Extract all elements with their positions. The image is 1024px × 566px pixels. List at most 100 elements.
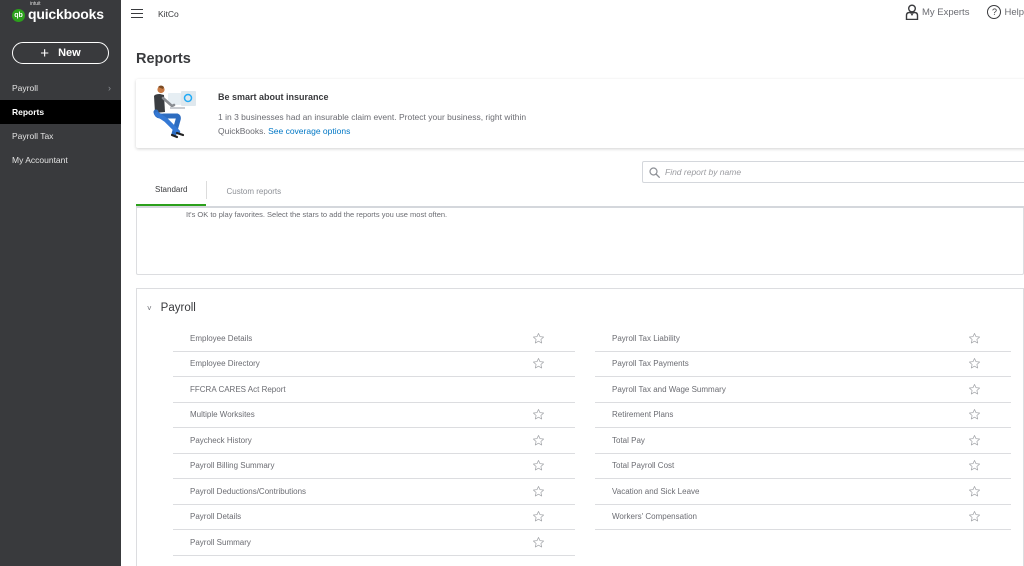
report-row[interactable]: Employee Directory <box>173 352 575 377</box>
sidebar-item-payroll[interactable]: Payroll › <box>0 76 121 100</box>
sidebar-item-reports[interactable]: Reports <box>0 100 121 124</box>
report-row[interactable]: Workers' Compensation <box>595 505 1011 530</box>
report-row[interactable]: Payroll Tax Liability <box>595 326 1011 352</box>
sidebar-item-label: Reports <box>12 107 45 117</box>
report-link[interactable]: Employee Details <box>190 334 252 343</box>
star-outline-icon[interactable] <box>968 408 981 421</box>
sidebar-item-label: Payroll Tax <box>12 131 54 141</box>
star-outline-icon[interactable] <box>532 332 545 345</box>
report-link[interactable]: Payroll Summary <box>190 538 251 547</box>
help-button[interactable]: ? Help <box>987 5 1024 19</box>
plus-icon: + <box>40 44 50 62</box>
new-button[interactable]: + New <box>12 42 109 64</box>
report-list-right: Payroll Tax Liability Payroll Tax Payment… <box>595 326 1011 530</box>
reports-page: Reports Be smart about insurance 1 in 3 … <box>121 27 1024 566</box>
payroll-report-section: ˅ Payroll Employee Details Employee Direc… <box>136 288 1024 566</box>
brand-name: quickbooks <box>28 6 104 22</box>
sidebar-item-my-accountant[interactable]: My Accountant <box>0 148 121 172</box>
star-outline-icon[interactable] <box>532 357 545 370</box>
report-link[interactable]: Payroll Deductions/Contributions <box>190 487 306 496</box>
my-experts-button[interactable]: My Experts <box>905 4 970 20</box>
sidebar-item-label: Payroll <box>12 83 38 93</box>
report-link[interactable]: Payroll Tax Liability <box>612 334 680 343</box>
star-outline-icon[interactable] <box>532 510 545 523</box>
help-label: Help <box>1004 6 1024 18</box>
report-row[interactable]: Vacation and Sick Leave <box>595 479 1011 505</box>
report-row[interactable]: Total Payroll Cost <box>595 454 1011 479</box>
search-icon <box>649 166 660 178</box>
tab-standard[interactable]: Standard <box>136 175 207 207</box>
report-row[interactable]: Retirement Plans <box>595 403 1011 428</box>
person-icon <box>905 4 919 20</box>
star-outline-icon[interactable] <box>968 383 981 396</box>
my-experts-label: My Experts <box>921 6 970 18</box>
report-row[interactable]: Payroll Details <box>173 505 575 530</box>
star-outline-icon[interactable] <box>532 434 545 447</box>
report-link[interactable]: Multiple Worksites <box>190 410 255 419</box>
report-link[interactable]: Payroll Billing Summary <box>190 461 274 470</box>
hamburger-menu-icon[interactable] <box>131 8 143 19</box>
chevron-down-icon: ˅ <box>147 303 152 313</box>
report-row[interactable]: Payroll Billing Summary <box>173 454 575 479</box>
app-root: qb intuit quickbooks + New Payroll › Rep… <box>0 0 1024 566</box>
banner-text: 1 in 3 businesses had an insurable claim… <box>218 110 558 138</box>
favorites-panel: It's OK to play favorites. Select the st… <box>136 208 1024 275</box>
report-tabs: Standard Custom reports <box>136 175 300 207</box>
star-outline-icon[interactable] <box>968 485 981 498</box>
report-list-left: Employee Details Employee Directory FFCRA … <box>173 326 575 556</box>
star-outline-icon[interactable] <box>968 510 981 523</box>
report-link[interactable]: Paycheck History <box>190 436 252 445</box>
report-link[interactable]: Payroll Details <box>190 512 241 521</box>
top-bar: KitCo My Experts ? Help <box>121 0 1024 27</box>
search-input[interactable] <box>665 167 1024 177</box>
report-row[interactable]: Payroll Tax Payments <box>595 352 1011 377</box>
chevron-right-icon: › <box>108 83 111 93</box>
help-circle-icon: ? <box>987 5 1002 19</box>
person-at-laptop-illustration <box>153 85 196 139</box>
report-link[interactable]: Employee Directory <box>190 359 260 368</box>
report-link[interactable]: Vacation and Sick Leave <box>612 487 699 496</box>
star-outline-icon[interactable] <box>968 459 981 472</box>
report-row[interactable]: FFCRA CARES Act Report <box>173 377 575 403</box>
report-row[interactable]: Payroll Tax and Wage Summary <box>595 377 1011 403</box>
banner-title: Be smart about insurance <box>218 92 329 102</box>
report-link[interactable]: Workers' Compensation <box>612 512 697 521</box>
report-row[interactable]: Multiple Worksites <box>173 403 575 428</box>
report-row[interactable]: Payroll Deductions/Contributions <box>173 479 575 505</box>
new-button-label: New <box>58 47 81 59</box>
tab-custom-reports[interactable]: Custom reports <box>207 175 300 207</box>
report-link[interactable]: Payroll Tax and Wage Summary <box>612 385 726 394</box>
find-report-search[interactable] <box>642 161 1024 183</box>
sidebar-nav: Payroll › Reports Payroll Tax My Account… <box>0 76 121 172</box>
banner-body: 1 in 3 businesses had an insurable claim… <box>218 112 527 136</box>
insurance-banner: Be smart about insurance 1 in 3 business… <box>136 79 1024 148</box>
star-outline-icon[interactable] <box>968 332 981 345</box>
main-area: KitCo My Experts ? Help Reports Be smart… <box>121 0 1024 566</box>
report-link[interactable]: Total Pay <box>612 436 645 445</box>
intuit-label: intuit <box>30 1 41 7</box>
quickbooks-logo-icon: qb <box>12 8 25 22</box>
report-row[interactable]: Total Pay <box>595 428 1011 454</box>
star-outline-icon[interactable] <box>968 357 981 370</box>
star-outline-icon[interactable] <box>532 536 545 549</box>
report-row[interactable]: Paycheck History <box>173 428 575 454</box>
favorites-message: It's OK to play favorites. Select the st… <box>186 210 448 219</box>
star-outline-icon[interactable] <box>532 408 545 421</box>
report-row[interactable]: Employee Details <box>173 326 575 352</box>
company-name[interactable]: KitCo <box>158 9 179 19</box>
payroll-section-toggle[interactable]: ˅ Payroll <box>147 302 196 314</box>
page-title: Reports <box>136 51 191 67</box>
sidebar: qb intuit quickbooks + New Payroll › Rep… <box>0 0 121 566</box>
report-link[interactable]: Total Payroll Cost <box>612 461 674 470</box>
star-outline-icon[interactable] <box>968 434 981 447</box>
see-coverage-options-link[interactable]: See coverage options <box>268 126 350 136</box>
report-link[interactable]: FFCRA CARES Act Report <box>190 385 286 394</box>
section-title: Payroll <box>160 302 196 314</box>
star-outline-icon[interactable] <box>532 485 545 498</box>
report-link[interactable]: Payroll Tax Payments <box>612 359 689 368</box>
star-outline-icon[interactable] <box>532 459 545 472</box>
quickbooks-logo[interactable]: qb intuit quickbooks <box>0 0 121 28</box>
report-link[interactable]: Retirement Plans <box>612 410 673 419</box>
report-row[interactable]: Payroll Summary <box>173 530 575 556</box>
sidebar-item-payroll-tax[interactable]: Payroll Tax <box>0 124 121 148</box>
